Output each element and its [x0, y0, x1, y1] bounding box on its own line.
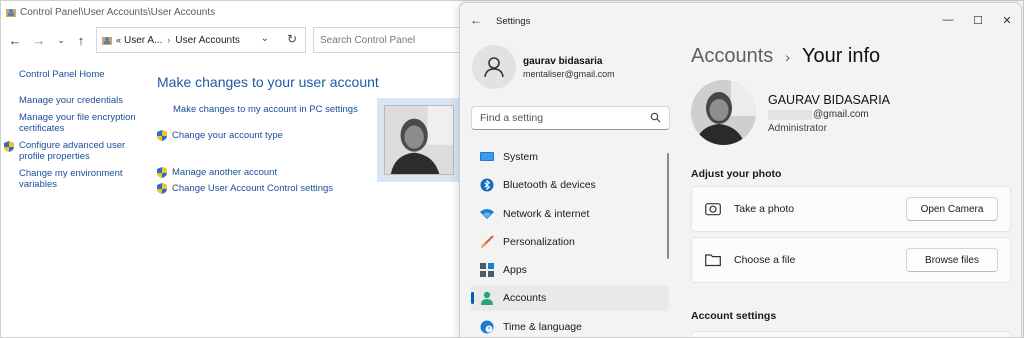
uac-settings-link[interactable]: Change User Account Control settings — [157, 183, 333, 194]
cp-page-heading: Make changes to your user account — [157, 74, 379, 90]
pc-settings-label: Make changes to my account in PC setting… — [173, 104, 358, 115]
open-camera-button[interactable]: Open Camera — [906, 197, 998, 221]
folder-icon — [705, 254, 721, 267]
nav-scrollbar[interactable] — [667, 153, 669, 259]
cp-left-pane: Control Panel Home Manage your credentia… — [4, 69, 149, 190]
avatar — [472, 45, 516, 89]
uac-settings-label: Change User Account Control settings — [172, 183, 334, 194]
bluetooth-icon — [480, 178, 494, 192]
apps-icon — [480, 263, 494, 278]
nav-item-accounts[interactable]: Accounts — [471, 285, 669, 312]
settings-nav: System Bluetooth & devices Network & int… — [471, 144, 669, 337]
forward-icon[interactable]: → — [27, 28, 51, 52]
change-account-type-link[interactable]: Change your account type — [157, 130, 283, 141]
choose-file-label: Choose a file — [734, 254, 796, 266]
pc-settings-link[interactable]: Make changes to my account in PC setting… — [173, 104, 358, 115]
breadcrumb-separator: › — [785, 48, 790, 65]
cp-home-link[interactable]: Control Panel Home — [19, 69, 149, 80]
cp-search-input[interactable]: Search Control Panel — [313, 27, 473, 53]
profile-name: GAURAV BIDASARIA — [768, 93, 891, 107]
user-email: mentaliser@gmail.com — [523, 68, 615, 79]
manage-another-account-label: Manage another account — [172, 167, 278, 178]
uac-shield-icon — [157, 130, 167, 141]
profile-photo — [691, 80, 756, 145]
nav-item-bluetooth[interactable]: Bluetooth & devices — [471, 172, 669, 198]
user-card[interactable]: gaurav bidasaria mentaliser@gmail.com — [472, 45, 615, 89]
cp-window-title: Control Panel\User Accounts\User Account… — [20, 6, 216, 18]
back-arrow-icon[interactable]: ← — [470, 13, 482, 27]
chevron-down-icon[interactable]: ⌄ — [261, 33, 269, 44]
take-photo-label: Take a photo — [734, 203, 795, 215]
find-setting-input[interactable]: Find a setting — [471, 106, 670, 130]
profile-email-suffix: @gmail.com — [813, 109, 869, 120]
account-settings-heading: Account settings — [691, 310, 777, 322]
uac-shield-icon — [157, 183, 167, 194]
manage-credentials-link[interactable]: Manage your credentials — [19, 95, 149, 106]
wifi-icon — [480, 208, 494, 219]
breadcrumb-user-accounts[interactable]: User Accounts — [175, 35, 239, 46]
nav-item-network[interactable]: Network & internet — [471, 201, 669, 227]
adjust-photo-heading: Adjust your photo — [691, 168, 782, 180]
system-icon — [480, 152, 494, 161]
settings-titlebar: ← Settings — ☐ ✕ — [460, 3, 1021, 37]
find-setting-placeholder: Find a setting — [480, 112, 544, 124]
uac-shield-icon — [4, 141, 14, 152]
nav-item-system[interactable]: System — [471, 144, 669, 170]
nav-item-time-language[interactable]: Time & language — [471, 314, 669, 337]
nav-label: System — [503, 151, 539, 163]
nav-item-personalization[interactable]: Personalization — [471, 229, 669, 255]
person-icon — [484, 57, 504, 78]
account-photo — [691, 80, 756, 145]
file-encryption-link[interactable]: Manage your file encryption certificates — [19, 112, 149, 134]
breadcrumb-overflow[interactable]: « — [116, 35, 121, 45]
change-account-type-label: Change your account type — [172, 130, 283, 141]
cp-account-picture — [377, 98, 461, 182]
brush-icon — [481, 235, 494, 248]
nav-label: Personalization — [503, 235, 575, 248]
profile-role: Administrator — [768, 123, 827, 134]
profile-photo — [384, 105, 454, 175]
address-box[interactable]: « User A... › User Accounts ⌄ ↻ — [96, 27, 306, 53]
choose-file-card: Choose a file Browse files — [691, 237, 1011, 283]
up-icon[interactable]: ↑ — [69, 28, 93, 52]
profile-email: @gmail.com — [768, 109, 869, 120]
manage-another-account-link[interactable]: Manage another account — [157, 167, 277, 178]
advanced-profile-link[interactable]: Configure advanced user profile properti… — [4, 140, 149, 162]
take-photo-card: Take a photo Open Camera — [691, 186, 1011, 232]
back-icon[interactable]: ← — [3, 28, 27, 52]
close-icon[interactable]: ✕ — [993, 9, 1021, 31]
accounts-icon — [481, 292, 493, 306]
user-name: gaurav bidasaria — [523, 55, 603, 67]
maximize-icon[interactable]: ☐ — [964, 9, 992, 31]
redacted-email-prefix — [768, 109, 812, 120]
nav-label: Bluetooth & devices — [503, 179, 596, 192]
user-accounts-icon — [6, 9, 16, 17]
user-accounts-icon — [102, 37, 112, 45]
globe-clock-icon — [480, 320, 494, 334]
breadcrumb: Accounts › Your info — [691, 45, 880, 68]
minimize-icon[interactable]: — — [934, 9, 962, 31]
camera-icon — [705, 203, 721, 216]
refresh-icon[interactable]: ↻ — [287, 32, 297, 46]
search-icon[interactable] — [650, 112, 661, 123]
nav-label: Accounts — [503, 292, 547, 305]
breadcrumb-user-accounts-parent[interactable]: User A... — [124, 35, 162, 46]
account-settings-card[interactable] — [691, 331, 1011, 337]
page-title: Your info — [801, 45, 881, 67]
settings-window-title: Settings — [496, 16, 531, 27]
nav-label: Time & language — [503, 320, 582, 333]
breadcrumb-accounts[interactable]: Accounts — [691, 45, 773, 68]
nav-item-apps[interactable]: Apps — [471, 257, 669, 283]
browse-files-button[interactable]: Browse files — [906, 248, 998, 272]
nav-label: Apps — [503, 264, 527, 277]
uac-shield-icon — [157, 167, 167, 178]
environment-variables-link[interactable]: Change my environment variables — [19, 168, 149, 190]
settings-window: ← Settings — ☐ ✕ gaurav bidasaria mental… — [459, 2, 1022, 338]
breadcrumb-separator: › — [167, 35, 171, 45]
nav-label: Network & internet — [503, 207, 590, 220]
advanced-profile-label: Configure advanced user profile properti… — [19, 140, 126, 162]
cp-address-bar: ← → ⌄ ↑ « User A... › User Accounts ⌄ ↻ … — [1, 27, 473, 53]
